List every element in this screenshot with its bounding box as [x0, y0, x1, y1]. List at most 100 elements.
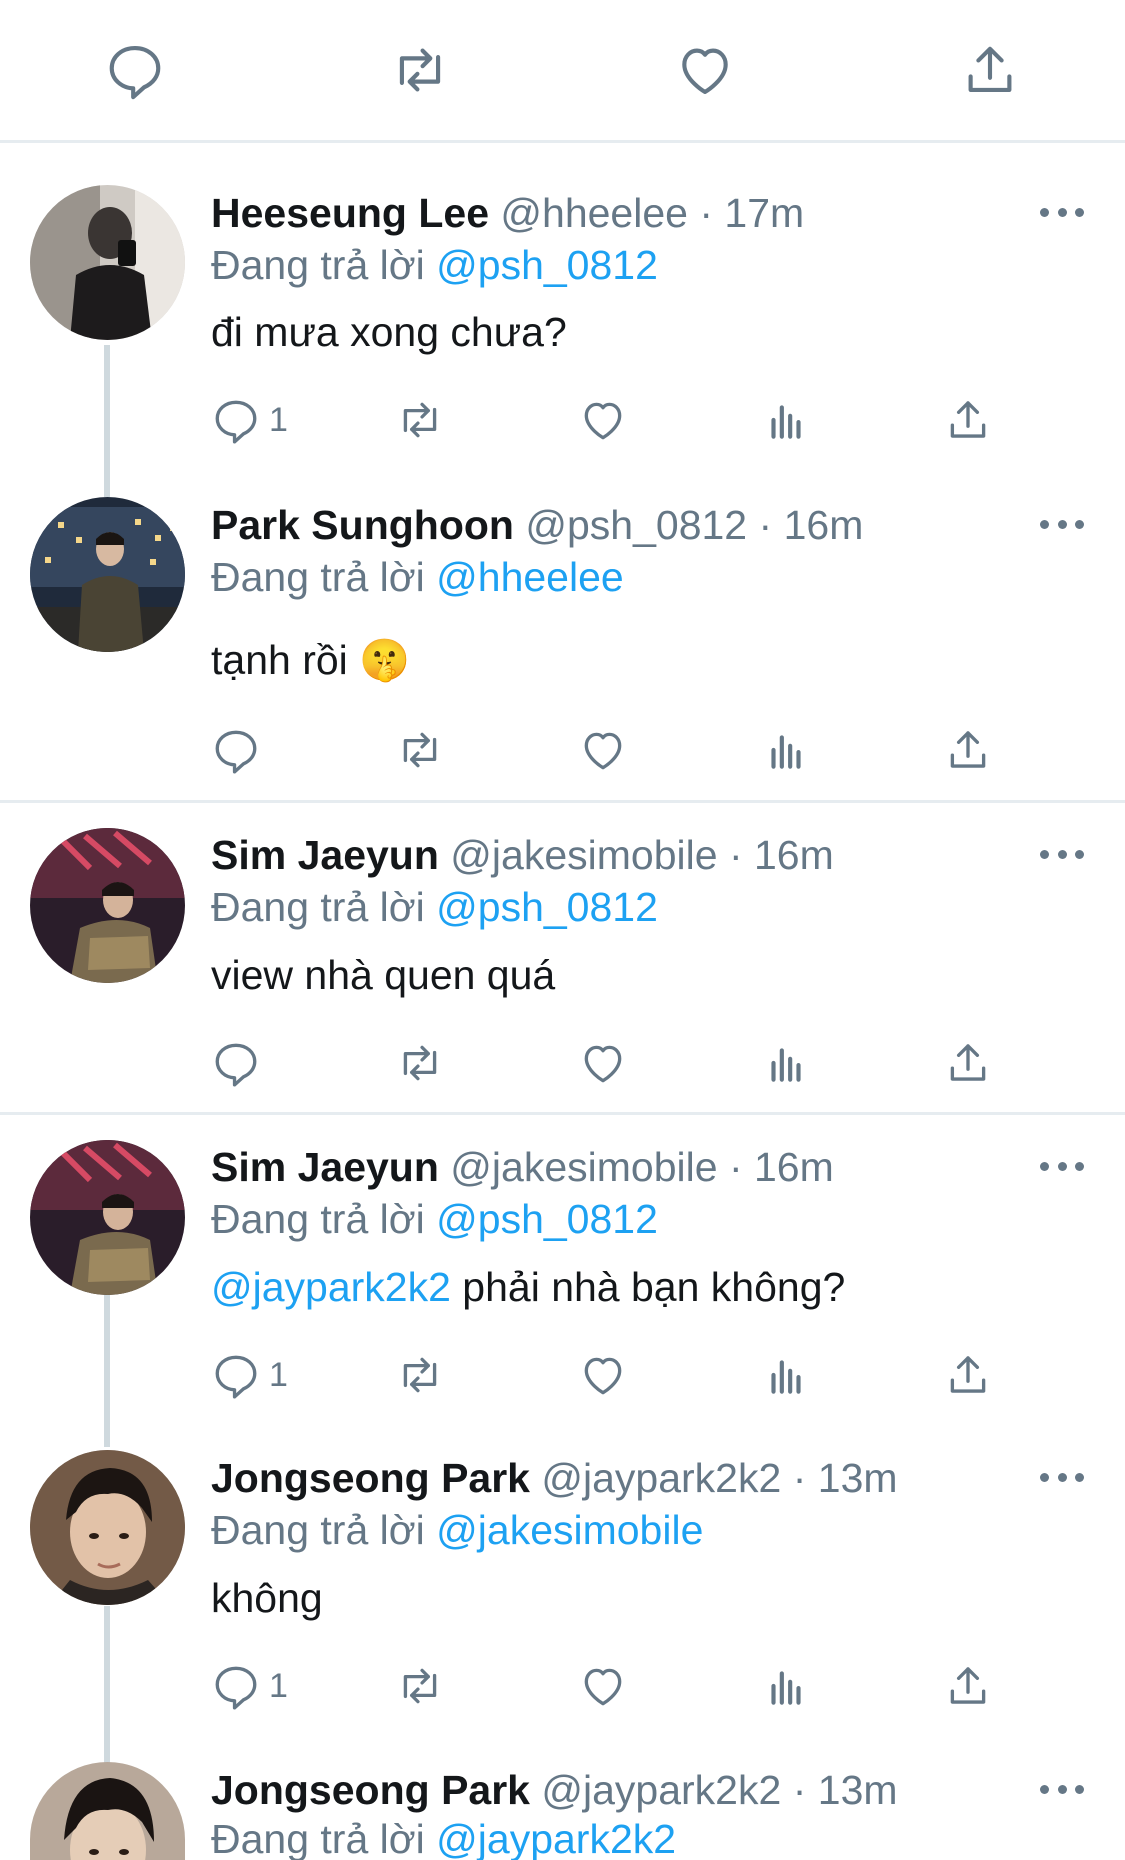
timestamp[interactable]: 13m [818, 1455, 898, 1501]
more-icon [1040, 1161, 1049, 1171]
author-handle[interactable]: @hheelee [500, 190, 688, 236]
reply-icon [215, 730, 257, 774]
analytics-icon [761, 725, 811, 775]
analytics-button[interactable] [761, 390, 811, 450]
share-icon [959, 39, 1021, 101]
reply-button[interactable] [100, 35, 170, 105]
retweet-button[interactable] [395, 1345, 445, 1405]
avatar[interactable] [30, 497, 185, 652]
dot-separator: · [758, 502, 773, 548]
analytics-button[interactable] [761, 720, 811, 780]
author-name[interactable]: Jongseong Park [211, 1767, 530, 1813]
more-options-button[interactable] [1040, 1779, 1084, 1799]
author-name[interactable]: Sim Jaeyun [211, 832, 439, 878]
like-button[interactable] [578, 1345, 628, 1405]
reply-button[interactable] [211, 1033, 269, 1093]
more-icon [1040, 1784, 1049, 1794]
analytics-button[interactable] [761, 1033, 811, 1093]
retweet-icon [403, 1668, 437, 1704]
like-button[interactable] [578, 390, 628, 450]
author-handle[interactable]: @jakesimobile [450, 1144, 717, 1190]
more-options-button[interactable] [1040, 844, 1084, 864]
reply-to-mention[interactable]: @psh_0812 [436, 884, 658, 930]
focused-tweet-actions [0, 0, 1125, 143]
dot-separator: · [792, 1455, 807, 1501]
heart-icon [584, 732, 622, 770]
like-button[interactable] [670, 35, 740, 105]
avatar[interactable] [30, 1450, 185, 1605]
timestamp[interactable]: 16m [784, 502, 864, 548]
timestamp[interactable]: 13m [818, 1767, 898, 1813]
reply-to-mention[interactable]: @psh_0812 [436, 1196, 658, 1242]
dot-separator: · [728, 1144, 743, 1190]
more-options-button[interactable] [1040, 1156, 1084, 1176]
avatar[interactable] [30, 1140, 185, 1295]
share-icon [950, 731, 986, 768]
share-button[interactable] [943, 1656, 993, 1716]
share-button[interactable] [943, 1033, 993, 1093]
avatar[interactable] [30, 828, 185, 983]
reply-to-mention[interactable]: @jakesimobile [436, 1507, 703, 1553]
more-options-button[interactable] [1040, 202, 1084, 222]
reply-button[interactable]: 1 [211, 390, 288, 450]
timestamp[interactable]: 16m [754, 832, 834, 878]
share-button[interactable] [943, 1345, 993, 1405]
reply-to-mention[interactable]: @hheelee [436, 554, 624, 600]
reply-icon [215, 1355, 257, 1399]
heart-icon [584, 1045, 622, 1083]
reply-to-mention[interactable]: @jaypark2k2 [436, 1816, 676, 1860]
tweet-text: tạnh rồi 🤫 [211, 637, 411, 683]
text-mention[interactable]: @jaypark2k2 [211, 1264, 451, 1310]
retweet-button[interactable] [385, 35, 455, 105]
more-options-button[interactable] [1040, 514, 1084, 534]
retweet-icon [403, 732, 437, 768]
reply-context-label: Đang trả lời [211, 1816, 425, 1860]
share-button[interactable] [943, 390, 993, 450]
reply-context-label: Đang trả lời [211, 242, 425, 288]
like-button[interactable] [578, 720, 628, 780]
author-name[interactable]: Sim Jaeyun [211, 1144, 439, 1190]
retweet-icon [403, 1045, 437, 1081]
author-name[interactable]: Jongseong Park [211, 1455, 530, 1501]
reply-context-label: Đang trả lời [211, 1507, 425, 1553]
reply-button[interactable]: 1 [211, 1345, 288, 1405]
reply-button[interactable]: 1 [211, 1656, 288, 1716]
reply-to-mention[interactable]: @psh_0812 [436, 242, 658, 288]
heart-icon [674, 39, 736, 101]
like-button[interactable] [578, 1656, 628, 1716]
reply-count: 1 [269, 400, 288, 439]
share-button[interactable] [943, 720, 993, 780]
retweet-button[interactable] [395, 390, 445, 450]
share-icon [950, 1044, 986, 1081]
heart-icon [584, 402, 622, 440]
retweet-button[interactable] [395, 720, 445, 780]
author-handle[interactable]: @jaypark2k2 [541, 1767, 781, 1813]
retweet-button[interactable] [395, 1033, 445, 1093]
analytics-button[interactable] [761, 1345, 811, 1405]
author-handle[interactable]: @jakesimobile [450, 832, 717, 878]
timestamp[interactable]: 16m [754, 1144, 834, 1190]
reply-context-label: Đang trả lời [211, 554, 425, 600]
author-name[interactable]: Park Sunghoon [211, 502, 514, 548]
like-button[interactable] [578, 1033, 628, 1093]
share-icon [950, 401, 986, 438]
tweet[interactable] [0, 800, 1125, 803]
reply-button[interactable] [211, 720, 269, 780]
more-options-button[interactable] [1040, 1467, 1084, 1487]
retweet-button[interactable] [395, 1656, 445, 1716]
reply-context-label: Đang trả lời [211, 1196, 425, 1242]
author-name[interactable]: Heeseung Lee [211, 190, 489, 236]
more-icon [1040, 207, 1049, 217]
avatar[interactable] [30, 1762, 185, 1860]
tweet-text: view nhà quen quá [211, 952, 556, 998]
tweet-text: @jaypark2k2 phải nhà bạn không? [211, 1262, 845, 1312]
analytics-button[interactable] [761, 1656, 811, 1716]
author-handle[interactable]: @jaypark2k2 [541, 1455, 781, 1501]
analytics-icon [761, 1661, 811, 1711]
analytics-icon [761, 395, 811, 445]
author-handle[interactable]: @psh_0812 [525, 502, 747, 548]
timestamp[interactable]: 17m [724, 190, 804, 236]
share-button[interactable] [955, 35, 1025, 105]
avatar[interactable] [30, 185, 185, 340]
dot-separator: · [792, 1767, 807, 1813]
